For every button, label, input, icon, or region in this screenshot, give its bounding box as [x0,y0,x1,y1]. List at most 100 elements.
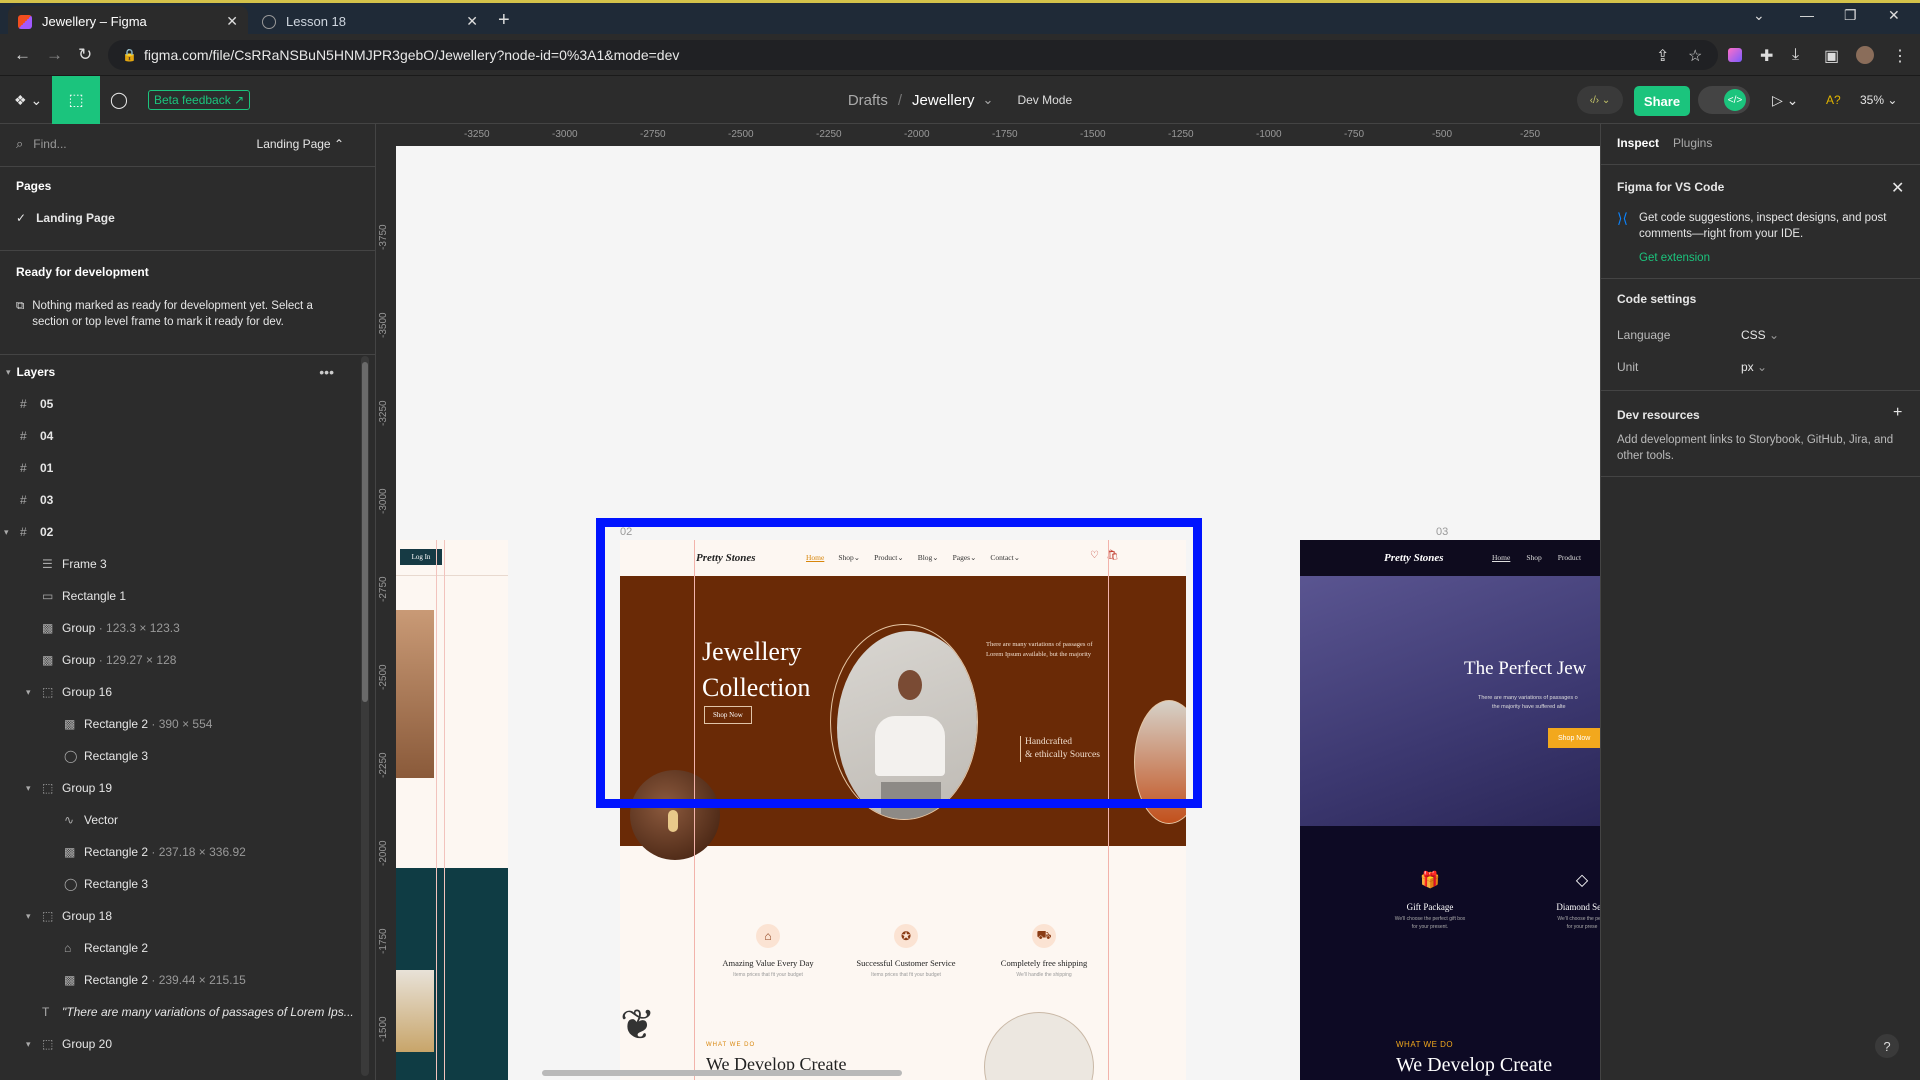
feature-title: Amazing Value Every Day [722,958,814,968]
shop-now-button[interactable]: Shop Now [1548,728,1600,748]
leaf-illustration: ❦ [620,1001,656,1048]
layer-row[interactable]: ▩ Group · 123.3 × 123.3 [0,612,356,644]
caret-down-icon[interactable]: ▾ [6,367,11,378]
dev-mode-toggle[interactable]: </> [1698,86,1750,114]
comment-icon[interactable]: ◯ [110,76,128,124]
nav-home[interactable]: Home [1492,553,1510,562]
layer-row[interactable]: ▾ ⬚ Group 18 [0,900,356,932]
figma-main-menu-icon[interactable]: ❖ ⌄ [14,76,42,124]
back-arrow-icon[interactable]: ← [14,45,31,65]
layer-row[interactable]: #04 [0,420,356,452]
file-name[interactable]: Jewellery [912,92,975,109]
tab-plugins[interactable]: Plugins [1673,136,1712,150]
caret-down-icon[interactable]: ▾ [26,783,31,794]
profile-avatar[interactable] [1856,46,1874,64]
share-button[interactable]: Share [1634,86,1690,116]
feature-icon: ⌂ [756,924,780,948]
zoom-control[interactable]: 35% ⌄ [1860,76,1897,124]
close-window-button[interactable]: ✕ [1888,7,1900,24]
feature-subtitle: We'll handle the shipping [1016,972,1072,978]
layer-name: Rectangle 3 [84,877,149,891]
vscode-description: Get code suggestions, inspect designs, a… [1639,212,1887,240]
globe-favicon-icon [262,14,276,29]
layer-row[interactable]: ◯ Rectangle 3 [0,740,356,772]
caret-down-icon[interactable]: ▾ [26,911,31,922]
layer-row[interactable]: T "There are many variations of passages … [0,996,356,1028]
search-icon: ⌕ [16,136,24,151]
share-page-icon[interactable]: ⇪ [1656,46,1669,66]
layer-row[interactable]: ∿ Vector [0,804,356,836]
canvas[interactable]: -3250 -3000 -2750 -2500 -2250 -2000 -1750 -1500… [376,124,1600,1080]
layer-row[interactable]: ⌂ Rectangle 2 [0,932,356,964]
layer-row[interactable]: #01 [0,452,356,484]
canvas-scrollbar-horizontal[interactable] [542,1070,902,1076]
forward-arrow-icon[interactable]: → [46,45,63,65]
browser-menu-icon[interactable]: ⋮ [1892,46,1908,66]
more-options-icon[interactable]: ••• [319,364,334,380]
breadcrumb-drafts[interactable]: Drafts [848,92,888,109]
tab-inspect[interactable]: Inspect [1617,136,1659,150]
page-selector[interactable]: Landing Page ⌃ [257,137,344,151]
tab-lesson-18[interactable]: Lesson 18 ✕ [252,6,488,37]
frame-01[interactable]: Log In [396,540,508,1080]
language-select[interactable]: CSS ⌄ [1741,328,1779,342]
restore-button[interactable]: ❐ [1844,7,1857,24]
new-tab-button[interactable]: + [498,9,510,32]
url-field[interactable]: 🔒 figma.com/file/CsRRaNSBuN5HNMJPR3gebO/… [108,40,1718,70]
close-icon[interactable]: ✕ [1891,178,1904,198]
unit-select[interactable]: px ⌄ [1741,360,1767,374]
layer-name: Group 20 [62,1037,113,1051]
layer-row[interactable]: ☰ Frame 3 [0,548,356,580]
layer-row[interactable]: ▩ Rectangle 2 · 390 × 554 [0,708,356,740]
inspect-tool-button[interactable]: ⬚ [52,76,100,124]
layer-row[interactable]: ▩ Group · 129.27 × 128 [0,644,356,676]
ruler-corner [376,124,396,146]
layer-row[interactable]: ▩ Rectangle 2 · 239.44 × 215.15 [0,964,356,996]
multiplayer-avatar-toggle[interactable]: ‹/› ⌄ [1577,86,1623,114]
layer-row[interactable]: ▾ ⬚ Group 16 [0,676,356,708]
nav-product[interactable]: Product [1558,553,1581,562]
reload-icon[interactable]: ↻ [78,45,92,65]
tab-jewellery-figma[interactable]: Jewellery – Figma ✕ [8,6,248,37]
layers-scrollbar[interactable] [361,356,369,1076]
layer-name: Group 19 [62,781,113,795]
layer-name: 02 [40,525,54,539]
layer-row[interactable]: ◯ Rectangle 3 [0,868,356,900]
minimize-button[interactable]: — [1800,7,1814,23]
side-panel-icon[interactable]: ▣ [1824,46,1839,66]
ruler-tick-label: -2750 [378,576,389,602]
nav-shop[interactable]: Shop [1526,553,1541,562]
caret-down-icon[interactable]: ▾ [4,527,9,538]
present-play-icon[interactable]: ▷ ⌄ [1772,76,1798,124]
layer-row[interactable]: ▾ ⬚ Group 20 [0,1028,356,1060]
layer-row[interactable]: ▾ #02 [0,516,356,548]
accessibility-icon[interactable]: A? [1826,76,1841,124]
selection-highlight [596,518,1202,808]
help-button[interactable]: ? [1875,1034,1899,1058]
caret-down-icon[interactable]: ▾ [26,1039,31,1050]
scrollbar-thumb[interactable] [362,362,368,702]
frame-auto-layer-icon: ☰ [42,557,53,571]
find-input[interactable]: Find... [33,137,66,151]
layer-row[interactable]: #03 [0,484,356,516]
extension-icon[interactable] [1728,48,1742,62]
frame-03[interactable]: Pretty Stones Home Shop Product The Perf… [1300,540,1600,1080]
layer-row[interactable]: #05 [0,388,356,420]
beta-feedback-button[interactable]: Beta feedback ↗ [148,90,251,110]
page-item-landing-page[interactable]: ✓ Landing Page [0,202,360,234]
extensions-puzzle-icon[interactable]: ✚ [1760,46,1773,66]
layer-row[interactable]: ▭ Rectangle 1 [0,580,356,612]
layer-row[interactable]: ▩ Rectangle 2 · 237.18 × 336.92 [0,836,356,868]
get-extension-link[interactable]: Get extension [1639,252,1710,264]
close-tab-icon[interactable]: ✕ [466,13,478,30]
caret-down-icon[interactable]: ▾ [26,687,31,698]
add-icon[interactable]: + [1893,404,1902,422]
download-icon[interactable]: ⤓ [1792,46,1799,64]
tab-search-icon[interactable]: ⌄ [1753,7,1765,24]
chevron-down-icon[interactable]: ⌄ [983,92,994,108]
layer-name: 04 [40,429,54,443]
layer-row[interactable]: ▾ ⬚ Group 19 [0,772,356,804]
ready-message: ⧉ Nothing marked as ready for developmen… [16,300,313,328]
bookmark-star-icon[interactable]: ☆ [1688,46,1702,66]
close-tab-icon[interactable]: ✕ [226,13,238,30]
